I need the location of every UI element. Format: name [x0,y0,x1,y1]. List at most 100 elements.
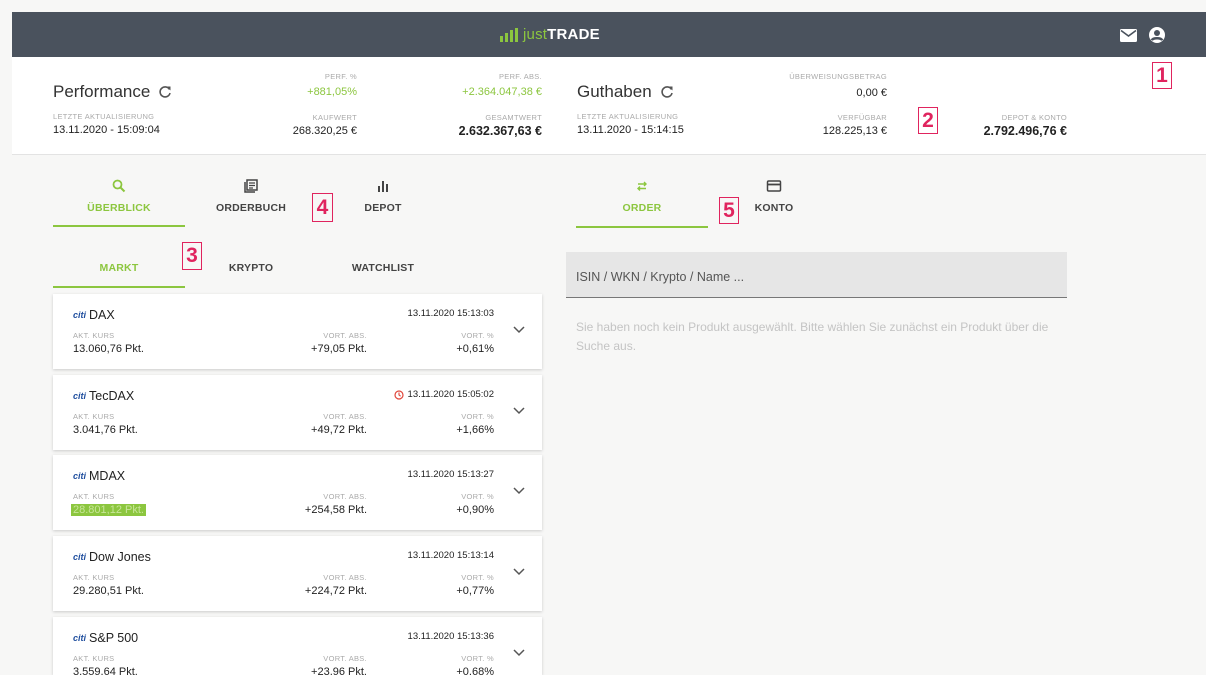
vort-abs-label: VORT. ABS. [323,573,367,582]
kurs-label: AKT. KURS [73,331,115,340]
chevron-down-icon[interactable] [512,406,526,416]
subtab-markt[interactable]: MARKT [53,262,185,274]
tab-konto[interactable]: KONTO [708,179,840,214]
citi-logo-icon: citi [73,391,87,401]
performance-last-update-label: LETZTE AKTUALISIERUNG [53,112,155,121]
vort-abs-value: +49,72 Pkt. [311,424,367,436]
tab-orderbuch-label: ORDERBUCH [215,202,287,214]
gesamtwert-value: 2.632.367,63 € [458,124,542,138]
no-product-hint: Sie haben noch kein Produkt ausgewählt. … [576,320,1049,353]
kurs-value: 28.801,12 Pkt. [71,504,146,516]
market-name: citi TecDAX [73,389,135,403]
vort-pct-label: VORT. % [461,573,494,582]
subtab-markt-underline [53,286,185,288]
guthaben-refresh-icon[interactable] [660,85,674,99]
vort-abs-value: +79,05 Pkt. [311,343,367,355]
vort-abs-value: +23,96 Pkt. [311,666,367,675]
subtab-krypto[interactable]: KRYPTO [185,262,317,274]
tab-ueberblick-underline [53,225,185,227]
search-icon [112,179,126,193]
vort-abs-value: +254,58 Pkt. [304,504,367,516]
available-label: VERFÜGBAR [837,113,887,122]
vort-pct-value: +1,66% [456,424,494,436]
logo-bars-icon [500,27,518,42]
chevron-down-icon[interactable] [512,325,526,335]
kaufwert-label: KAUFWERT [312,113,357,122]
vort-abs-value: +224,72 Pkt. [304,585,367,597]
market-card-dax[interactable]: citi DAX 13.11.2020 15:13:03 AKT. KURS 13… [53,294,542,369]
citi-logo-icon: citi [73,471,87,481]
bar-chart-icon [378,181,388,192]
market-card-dow-jones[interactable]: citi Dow Jones 13.11.2020 15:13:14 AKT. K… [53,536,542,611]
guthaben-last-update-value: 13.11.2020 - 15:14:15 [577,124,684,136]
market-card-tecdax[interactable]: citi TecDAX 13.11.2020 15:05:02 AKT. KURS… [53,375,542,450]
kurs-label: AKT. KURS [73,654,115,663]
chevron-down-icon[interactable] [512,648,526,658]
product-search-input[interactable]: ISIN / WKN / Krypto / Name ... [566,252,1067,298]
guthaben-last-update-label: LETZTE AKTUALISIERUNG [577,112,679,121]
performance-refresh-icon[interactable] [158,85,172,99]
market-name: citi MDAX [73,469,126,483]
market-time: 13.11.2020 15:05:02 [393,389,494,400]
depot-konto-value: 2.792.496,76 € [983,124,1067,138]
kurs-label: AKT. KURS [73,412,115,421]
market-name: citi DAX [73,308,115,322]
vort-pct-value: +0,90% [456,504,494,516]
tab-order-label: ORDER [622,202,662,214]
guthaben-title: Guthaben [577,82,674,102]
available-value: 128.225,13 € [822,125,887,137]
tab-order[interactable]: ORDER [576,179,708,214]
market-name: citi S&P 500 [73,631,139,645]
credit-card-icon [766,180,782,192]
vort-abs-label: VORT. ABS. [323,412,367,421]
transfer-value: 0,00 € [856,87,887,99]
kurs-value: 29.280,51 Pkt. [73,585,144,597]
subtab-watchlist[interactable]: WATCHLIST [317,262,449,274]
tab-order-underline [576,226,708,228]
performance-last-update-value: 13.11.2020 - 15:09:04 [53,124,160,136]
vort-pct-label: VORT. % [461,654,494,663]
kurs-value: 3.041,76 Pkt. [73,424,138,436]
market-card-sp500[interactable]: citi S&P 500 13.11.2020 15:13:36 AKT. KUR… [53,617,542,675]
kurs-label: AKT. KURS [73,492,115,501]
justtrade-logo[interactable]: justTRADE [500,26,600,43]
market-time: 13.11.2020 15:13:36 [407,631,494,642]
vort-abs-label: VORT. ABS. [323,654,367,663]
tab-ueberblick-label: ÜBERBLICK [87,202,151,214]
kurs-value: 13.060,76 Pkt. [73,343,144,355]
market-time: 13.11.2020 15:13:03 [407,308,494,319]
tab-konto-label: KONTO [754,202,794,214]
vort-pct-value: +0,61% [456,343,494,355]
kurs-value: 3.559,64 Pkt. [73,666,138,675]
account-summary: Performance LETZTE AKTUALISIERUNG 13.11.… [12,57,1206,155]
market-name: citi Dow Jones [73,550,151,564]
perf-pct-label: PERF. % [324,72,357,81]
kurs-value-highlight: 28.801,12 Pkt. [71,504,146,516]
logo-text: justTRADE [523,26,600,43]
tab-depot[interactable]: DEPOT [317,179,449,214]
clock-warning-icon [393,389,404,400]
kurs-label: AKT. KURS [73,573,115,582]
account-icon[interactable] [1147,25,1167,45]
tab-orderbuch[interactable]: ORDERBUCH [185,179,317,214]
tab-ueberblick[interactable]: ÜBERBLICK [53,179,185,214]
chevron-down-icon[interactable] [512,486,526,496]
perf-abs-label: PERF. ABS. [498,72,542,81]
vort-pct-label: VORT. % [461,331,494,340]
top-bar: justTRADE [12,12,1206,57]
vort-abs-label: VORT. ABS. [323,331,367,340]
orderbook-icon [244,179,258,193]
annotation-marker-1: 1 [1152,62,1172,89]
gesamtwert-label: GESAMTWERT [485,113,542,122]
citi-logo-icon: citi [73,552,87,562]
depot-konto-label: DEPOT & KONTO [1001,113,1067,122]
swap-icon [637,181,647,191]
performance-title: Performance [53,82,172,102]
mail-icon[interactable] [1118,25,1138,45]
market-card-mdax[interactable]: citi MDAX 13.11.2020 15:13:27 AKT. KURS 2… [53,455,542,530]
vort-pct-value: +0,77% [456,585,494,597]
vort-pct-label: VORT. % [461,412,494,421]
chevron-down-icon[interactable] [512,567,526,577]
vort-pct-label: VORT. % [461,492,494,501]
market-time: 13.11.2020 15:13:14 [407,550,494,561]
